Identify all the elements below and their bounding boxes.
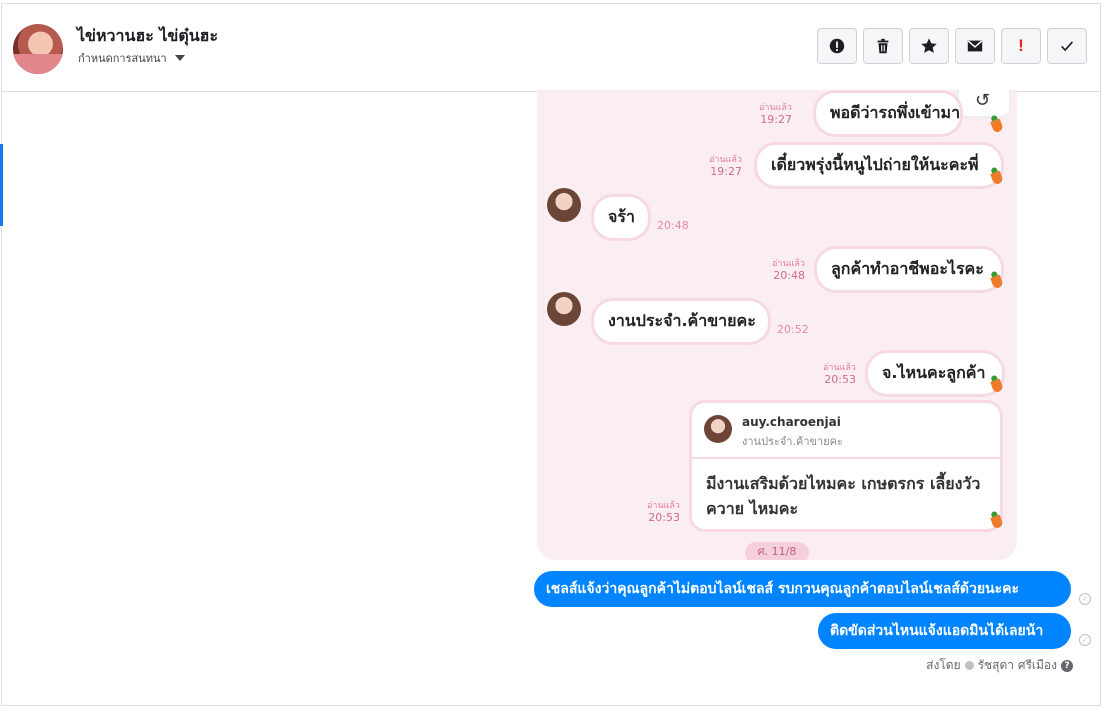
sent-check-icon: ✓ xyxy=(1079,634,1091,646)
envelope-icon xyxy=(967,40,983,52)
read-receipt: อ่านแล้ว 20:48 xyxy=(772,258,805,282)
sent-check-icon: ✓ xyxy=(1079,593,1091,605)
read-receipt: อ่านแล้ว 19:27 xyxy=(759,102,792,126)
message-time: 20:48 xyxy=(773,269,805,282)
attached-screenshot-image[interactable]: อ่านแล้ว 19:27 พอดีว่ารถพึ่งเข้ามา อ่านแ… xyxy=(537,90,1017,560)
contact-avatar[interactable] xyxy=(13,24,63,74)
report-spam-button[interactable] xyxy=(817,28,857,64)
action-toolbar: ! xyxy=(817,28,1087,64)
read-receipt: อ่านแล้ว 20:53 xyxy=(647,500,680,524)
carrot-sticker-icon xyxy=(990,118,1004,134)
exclamation-circle-icon xyxy=(829,38,845,54)
card-username: auy.charoenjai xyxy=(742,415,841,429)
conversation-header: ไข่หวานฮะ ไข่ตุ๋นฮะ กำหนดการสนทนา ! xyxy=(2,4,1100,92)
message-time: 20:48 xyxy=(657,219,689,232)
card-bio: งานประจำ.ค้าขายคะ xyxy=(742,435,843,448)
sent-by-label: ส่งโดย xyxy=(926,658,961,672)
check-icon xyxy=(1061,41,1074,52)
star-button[interactable] xyxy=(909,28,949,64)
card-avatar xyxy=(704,415,732,443)
caret-down-icon xyxy=(174,55,185,61)
composer-divider xyxy=(18,705,1098,706)
sender-name[interactable]: รัชสุดา ศรีเมือง xyxy=(978,656,1057,675)
done-button[interactable] xyxy=(1047,28,1087,64)
chat-bubble: ลูกค้าทำอาชีพอะไรคะ xyxy=(814,246,1004,293)
active-indicator xyxy=(0,144,3,226)
message-time: 20:53 xyxy=(824,373,856,386)
mark-unread-button[interactable] xyxy=(955,28,995,64)
customer-avatar xyxy=(547,292,581,326)
chat-bubble: พอดีว่ารถพึ่งเข้ามา xyxy=(813,90,963,137)
message-time: 20:52 xyxy=(777,323,809,336)
chat-bubble: งานประจำ.ค้าขายคะ xyxy=(591,298,771,345)
chat-bubble: จร้า xyxy=(591,194,651,241)
trash-icon xyxy=(877,38,889,54)
sent-by-info: ส่งโดย รัชสุดา ศรีเมือง ? xyxy=(926,656,1073,675)
important-button[interactable]: ! xyxy=(1001,28,1041,64)
card-header: auy.charoenjai งานประจำ.ค้าขายคะ xyxy=(692,403,1000,459)
delete-button[interactable] xyxy=(863,28,903,64)
read-receipt: อ่านแล้ว 20:53 xyxy=(823,362,856,386)
message-time: 19:27 xyxy=(710,165,742,178)
read-receipt: อ่านแล้ว 19:27 xyxy=(709,154,742,178)
profile-reply-card: auy.charoenjai งานประจำ.ค้าขายคะ มีงานเส… xyxy=(689,400,1003,532)
help-icon[interactable]: ? xyxy=(1061,659,1073,672)
status-dot-icon xyxy=(964,661,974,670)
star-icon xyxy=(921,38,937,53)
outgoing-message[interactable]: ติดขัดส่วนไหนแจ้งแอดมินได้เลยน้า xyxy=(818,613,1071,649)
card-message: มีงานเสริมด้วยไหมคะ เกษตรกร เลี้ยงวัว คว… xyxy=(706,474,981,518)
message-time: 20:53 xyxy=(648,511,680,524)
exclamation-icon: ! xyxy=(1018,36,1024,55)
date-chip: ศ. 11/8 xyxy=(745,542,809,560)
outgoing-message[interactable]: เชลส์แจ้งว่าคุณลูกค้าไม่ตอบไลน์เชลส์ รบก… xyxy=(534,571,1071,607)
chat-bubble: เดี๋ยวพรุ่งนี้หนูไปถ่ายให้นะคะพี่ xyxy=(754,142,1004,189)
contact-name[interactable]: ไข่หวานฮะ ไข่ตุ๋นฮะ xyxy=(77,24,218,49)
customer-avatar xyxy=(547,188,581,222)
chat-bubble: จ.ไหนคะลูกค้า xyxy=(865,350,1005,397)
refresh-icon xyxy=(957,90,1011,118)
thread-settings-dropdown[interactable]: กำหนดการสนทนา xyxy=(78,49,185,67)
thread-settings-label: กำหนดการสนทนา xyxy=(78,52,167,65)
message-time: 19:27 xyxy=(760,113,792,126)
